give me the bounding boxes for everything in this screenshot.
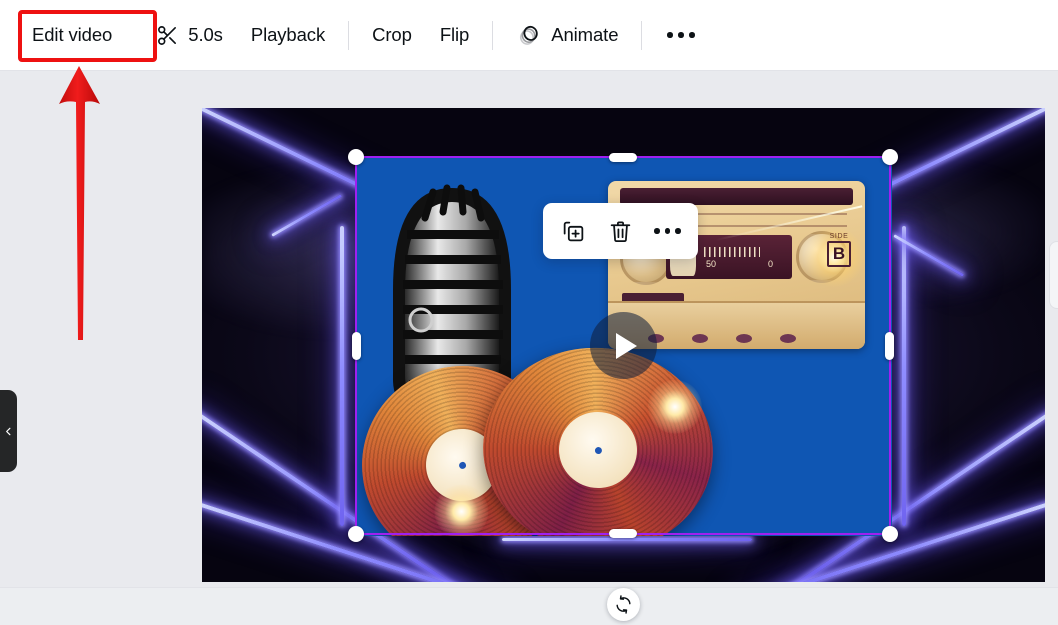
video-editor-window: Edit video 5.0s Playback Crop Flip Anima… xyxy=(0,0,1058,625)
three-dots-icon-dot-1 xyxy=(667,32,673,38)
edit-video-button[interactable]: Edit video xyxy=(18,14,126,56)
toolbar-divider-3 xyxy=(641,20,643,50)
resize-handle-bottom-right[interactable] xyxy=(882,526,898,542)
cassette-counter-left: 50 xyxy=(706,259,717,269)
bottom-bar xyxy=(0,587,1058,625)
play-icon xyxy=(616,332,637,359)
resize-handle-top-left[interactable] xyxy=(348,149,364,165)
three-dots-icon-dot-3 xyxy=(689,32,695,38)
animate-button[interactable]: Animate xyxy=(502,14,632,56)
neon-line-vertical-left xyxy=(340,226,344,526)
neon-line-vertical-right xyxy=(902,226,906,526)
scissors-icon xyxy=(156,24,179,47)
crop-button[interactable]: Crop xyxy=(358,14,426,56)
toolbar-divider-2 xyxy=(492,20,494,50)
three-dots-icon-dot-1 xyxy=(654,228,660,234)
rotate-icon xyxy=(614,595,633,614)
duration-label: 5.0s xyxy=(188,23,223,45)
three-dots-icon-dot-2 xyxy=(678,32,684,38)
delete-button[interactable] xyxy=(598,209,643,254)
resize-handle-bottom-left[interactable] xyxy=(348,526,364,542)
resize-handle-middle-left[interactable] xyxy=(352,331,361,360)
playback-button[interactable]: Playback xyxy=(237,14,339,56)
right-panel-handle[interactable] xyxy=(1049,241,1058,309)
cassette-side-value: B xyxy=(827,241,851,267)
trim-duration-button[interactable]: 5.0s xyxy=(142,14,237,56)
three-dots-icon-dot-2 xyxy=(664,228,671,234)
duplicate-icon xyxy=(561,219,586,244)
cassette-side-caption: SIDE xyxy=(829,233,849,240)
edit-video-wrapper: Edit video xyxy=(18,14,126,56)
edit-video-label: Edit video xyxy=(32,23,113,45)
cassette-counter-right: 0 xyxy=(768,259,774,269)
top-toolbar: Edit video 5.0s Playback Crop Flip Anima… xyxy=(0,0,1058,71)
play-button[interactable] xyxy=(590,312,657,379)
toolbar-more-button[interactable] xyxy=(651,14,711,56)
rotate-button[interactable] xyxy=(607,588,640,621)
trash-icon xyxy=(608,219,633,244)
resize-handle-bottom-center[interactable] xyxy=(609,529,637,538)
context-more-button[interactable] xyxy=(645,209,690,254)
resize-handle-top-center[interactable] xyxy=(609,153,637,162)
overlapping-circles-icon xyxy=(516,22,542,48)
three-dots-icon-dot-3 xyxy=(675,228,681,234)
duplicate-button[interactable] xyxy=(551,209,596,254)
floating-context-toolbar xyxy=(543,203,698,259)
animate-label: Animate xyxy=(551,23,619,45)
cassette-side-indicator: SIDE B xyxy=(827,233,851,267)
chevron-left-icon xyxy=(3,426,14,437)
editor-stage: 50 0 SIDE B xyxy=(0,71,1058,587)
sidebar-collapse-button[interactable] xyxy=(0,390,17,472)
toolbar-divider-1 xyxy=(348,20,350,50)
resize-handle-middle-right[interactable] xyxy=(885,331,894,360)
resize-handle-top-right[interactable] xyxy=(882,149,898,165)
flip-label: Flip xyxy=(439,23,470,45)
flip-button[interactable]: Flip xyxy=(426,14,483,56)
crop-label: Crop xyxy=(372,23,412,45)
neon-line-floor-center xyxy=(502,538,752,541)
playback-label: Playback xyxy=(250,23,326,45)
